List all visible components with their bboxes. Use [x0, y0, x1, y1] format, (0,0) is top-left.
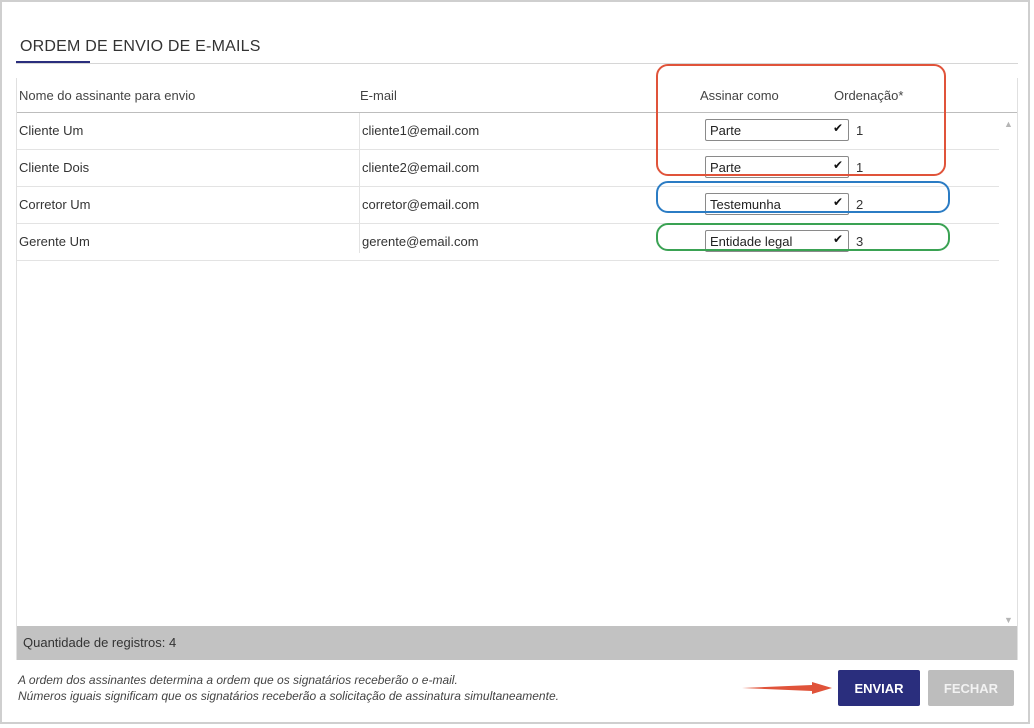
header-name[interactable]: Nome do assinante para envio [19, 88, 195, 103]
signer-email: cliente1@email.com [362, 123, 480, 138]
signer-name: Cliente Um [19, 123, 84, 138]
scroll-up-arrow-icon[interactable]: ▲ [1004, 119, 1013, 129]
annotation-highlight-red [656, 64, 946, 176]
signer-email: cliente2@email.com [362, 160, 480, 175]
close-button[interactable]: FECHAR [928, 670, 1014, 706]
signer-name: Corretor Um [19, 197, 91, 212]
scroll-down-arrow-icon[interactable]: ▼ [1004, 615, 1013, 625]
help-note: A ordem dos assinantes determina a ordem… [18, 672, 559, 704]
help-note-line-2: Números iguais significam que os signatá… [18, 689, 559, 703]
signer-name: Cliente Dois [19, 160, 90, 175]
header-email[interactable]: E-mail [360, 88, 397, 103]
annotation-highlight-blue [656, 181, 950, 213]
signer-email: corretor@email.com [362, 197, 480, 212]
record-count-bar: Quantidade de registros: 4 [17, 626, 1017, 660]
signer-name: Gerente Um [19, 234, 90, 249]
column-divider [359, 113, 360, 253]
signer-email: gerente@email.com [362, 234, 479, 249]
annotation-highlight-green [656, 223, 950, 251]
send-button[interactable]: ENVIAR [838, 670, 920, 706]
arrow-right-icon [742, 682, 832, 694]
vertical-scrollbar[interactable]: ▲ ▼ [1000, 113, 1017, 625]
record-count: Quantidade de registros: 4 [23, 635, 177, 650]
dialog-title: ORDEM DE ENVIO DE E-MAILS [20, 38, 261, 55]
help-note-line-1: A ordem dos assinantes determina a ordem… [18, 673, 458, 687]
